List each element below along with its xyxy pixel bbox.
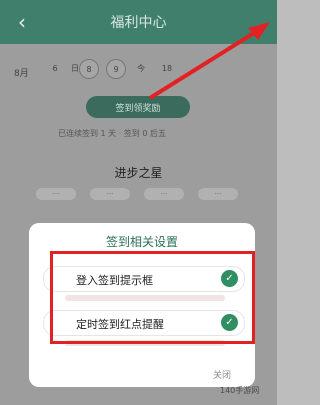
watermark: 140手游网 <box>220 386 260 395</box>
annotation-arrow-icon <box>148 22 270 100</box>
